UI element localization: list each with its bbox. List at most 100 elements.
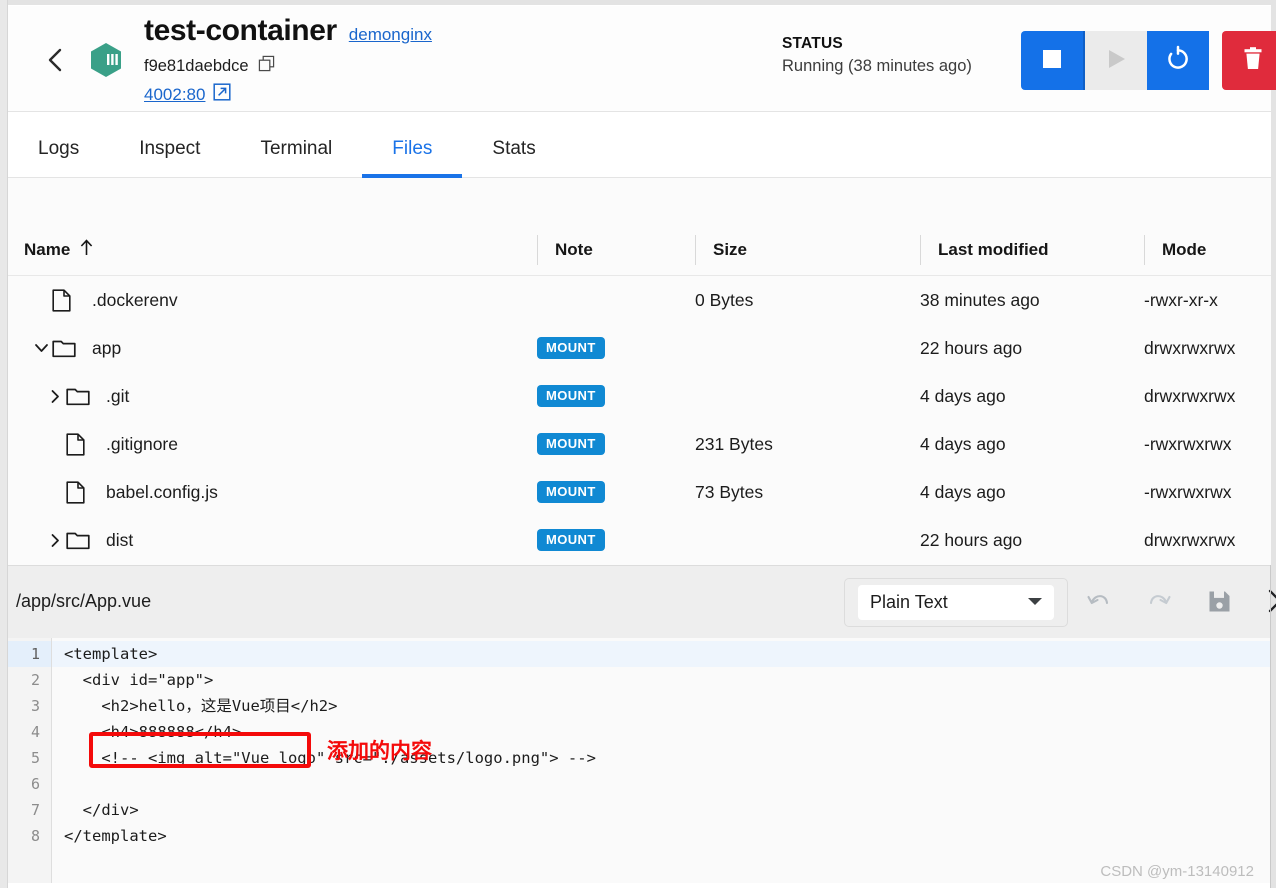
editor-tool-buttons [1086, 588, 1276, 619]
line-number-gutter: 1 2 3 4 5 6 7 8 [8, 638, 52, 883]
stop-button[interactable] [1021, 31, 1083, 90]
port-row: 4002:80 [144, 83, 432, 106]
code-line[interactable]: <h2>hello，这是Vue项目</h2> [52, 693, 1271, 719]
mount-badge: MOUNT [537, 337, 605, 359]
line-number: 4 [30, 723, 40, 741]
undo-button[interactable] [1086, 590, 1111, 617]
file-name-label: dist [106, 529, 134, 550]
file-mode-cell: -rwxrwxrwx [1144, 433, 1232, 454]
tab-logs[interactable]: Logs [8, 112, 109, 178]
chevron-right-icon[interactable] [44, 389, 66, 404]
file-mode-cell: drwxrwxrwx [1144, 337, 1236, 358]
file-table-body: .dockerenv 0 Bytes 38 minutes ago -rwxr-xr-… [8, 276, 1271, 564]
file-name-cell[interactable]: .gitignore [8, 432, 537, 456]
container-hexagon-icon [86, 40, 126, 80]
close-x-icon [1268, 589, 1276, 613]
trash-icon [1240, 46, 1266, 75]
table-row[interactable]: .git MOUNT 4 days ago drwxrwxrwx [8, 372, 1271, 420]
chevron-down-icon [1026, 594, 1044, 612]
code-line[interactable]: <div id="app"> [52, 667, 1271, 693]
language-select-wrapper: Plain Text [844, 578, 1068, 627]
table-row[interactable]: dist MOUNT 22 hours ago drwxrwxrwx [8, 516, 1271, 564]
back-button[interactable] [42, 46, 70, 74]
column-header-size[interactable]: Size [695, 234, 920, 265]
file-name-label: babel.config.js [106, 481, 218, 502]
file-note-cell: MOUNT [537, 385, 695, 407]
watermark: CSDN @ym-13140912 [1100, 863, 1254, 880]
column-label-name: Name [24, 239, 71, 259]
delete-button[interactable] [1222, 31, 1276, 90]
file-note-cell: MOUNT [537, 481, 695, 503]
code-line[interactable]: </div> [52, 797, 1271, 823]
start-button[interactable] [1085, 31, 1147, 90]
file-name-cell[interactable]: dist [8, 530, 537, 551]
table-row[interactable]: .dockerenv 0 Bytes 38 minutes ago -rwxr-xr-… [8, 276, 1271, 324]
redo-arrow-icon [1149, 595, 1171, 605]
file-name-cell[interactable]: babel.config.js [8, 480, 537, 504]
external-link-icon[interactable] [213, 83, 232, 106]
code-editor[interactable]: 1 2 3 4 5 6 7 8 <template> <div id="app"> <h2>h… [8, 638, 1271, 883]
undo-arrow-icon [1087, 595, 1109, 605]
editor-toolbar: /app/src/App.vue Plain Text [8, 565, 1276, 638]
column-header-note[interactable]: Note [537, 234, 695, 265]
file-mode-cell: -rwxr-xr-x [1144, 289, 1218, 310]
code-line[interactable]: <template> [52, 641, 1271, 667]
table-row[interactable]: app MOUNT 22 hours ago drwxrwxrwx [8, 324, 1271, 372]
folder-icon [66, 386, 96, 406]
file-icon [66, 480, 96, 504]
file-editor-panel: /app/src/App.vue Plain Text 1 2 3 4 5 6 … [8, 565, 1276, 883]
save-button[interactable] [1208, 590, 1231, 618]
column-header-mode[interactable]: Mode [1144, 234, 1271, 265]
file-name-label: .git [106, 385, 130, 406]
code-content[interactable]: <template> <div id="app"> <h2>hello，这是Vu… [52, 638, 1271, 883]
restart-button[interactable] [1147, 31, 1209, 90]
title-block: test-container demonginx f9e81daebdce 40… [144, 12, 432, 106]
tab-files[interactable]: Files [362, 112, 463, 178]
floppy-disk-icon [1209, 591, 1230, 611]
code-line[interactable]: <h4>888888</h4> [52, 719, 1271, 745]
mount-badge: MOUNT [537, 385, 605, 407]
file-modified-cell: 22 hours ago [920, 337, 1023, 358]
mount-badge: MOUNT [537, 529, 605, 551]
file-name-cell[interactable]: app [8, 338, 537, 359]
tab-inspect[interactable]: Inspect [109, 112, 230, 178]
tab-stats[interactable]: Stats [462, 112, 565, 178]
copy-icon[interactable] [258, 55, 275, 77]
port-link[interactable]: 4002:80 [144, 85, 205, 105]
arrow-up-icon [79, 238, 94, 261]
line-number: 6 [30, 775, 40, 793]
file-mode-cell: drwxrwxrwx [1144, 385, 1236, 406]
container-id-row: f9e81daebdce [144, 55, 432, 77]
column-header-last-modified[interactable]: Last modified [920, 234, 1144, 265]
file-modified-cell: 4 days ago [920, 481, 1006, 502]
table-row[interactable]: .gitignore MOUNT 231 Bytes 4 days ago -rwxrw… [8, 420, 1271, 468]
file-name-cell[interactable]: .git [8, 386, 537, 407]
file-note-cell: MOUNT [537, 529, 695, 551]
status-badge: Running (38 minutes ago) [782, 57, 972, 75]
line-number: 5 [30, 749, 40, 767]
table-row[interactable]: babel.config.js MOUNT 73 Bytes 4 days ago -r… [8, 468, 1271, 516]
redo-button[interactable] [1147, 590, 1172, 617]
column-header-name[interactable]: Name [8, 235, 537, 265]
tab-terminal[interactable]: Terminal [230, 112, 362, 178]
code-line[interactable]: <!-- <img alt="Vue logo" src="./assets/l… [52, 745, 1271, 771]
file-browser: Name Note Size Last modified Mode .docke… [8, 178, 1271, 565]
file-mode-cell: -rwxrwxrwx [1144, 481, 1232, 502]
image-link[interactable]: demonginx [349, 25, 432, 45]
folder-icon [66, 530, 96, 550]
file-name-label: .gitignore [106, 433, 178, 454]
detail-tabs: Logs Inspect Terminal Files Stats [8, 112, 1271, 178]
chevron-right-icon[interactable] [44, 533, 66, 548]
page-header: test-container demonginx f9e81daebdce 40… [8, 6, 1276, 112]
line-number: 3 [30, 697, 40, 715]
chevron-down-icon[interactable] [30, 342, 52, 354]
stop-square-icon [1041, 48, 1063, 73]
close-button[interactable] [1267, 588, 1276, 619]
file-name-cell[interactable]: .dockerenv [8, 288, 537, 312]
code-line[interactable] [52, 771, 1271, 797]
window-frame-right [1271, 0, 1276, 888]
status-label: STATUS [782, 35, 843, 52]
code-line[interactable]: </template> [52, 823, 1271, 849]
mount-badge: MOUNT [537, 433, 605, 455]
language-select[interactable]: Plain Text [858, 585, 1054, 620]
